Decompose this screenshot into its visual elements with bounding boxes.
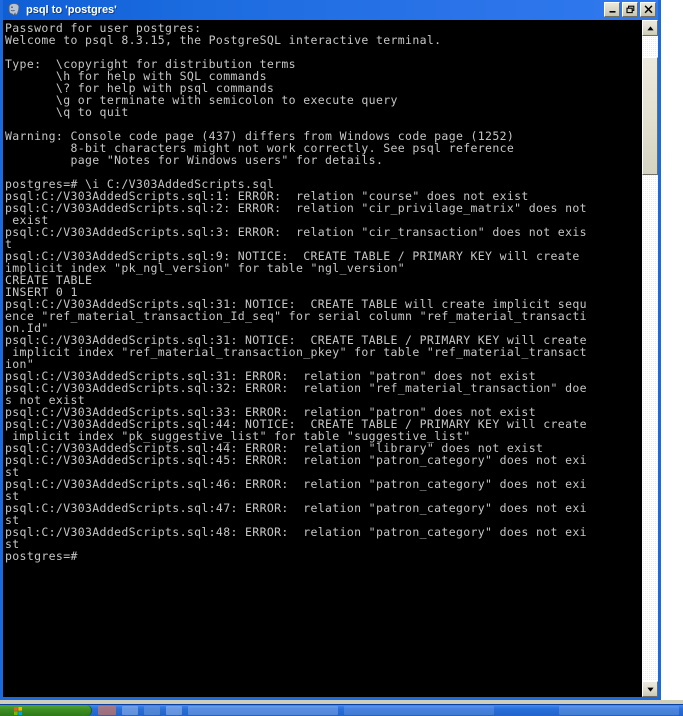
window-client-area: Password for user postgres: Welcome to p… [3,20,658,697]
window-controls [604,2,656,17]
scrollbar-thumb[interactable] [642,57,658,175]
window-title: psql to 'postgres' [26,4,117,16]
taskbar-item-icon [188,706,338,715]
caret-up-icon [646,25,654,30]
taskbar-item[interactable] [166,705,182,716]
taskbar-item-icon [344,706,494,715]
restore-icon [625,5,634,14]
terminal-text: Password for user postgres: Welcome to p… [5,21,587,563]
scroll-up-button[interactable] [642,20,658,36]
caret-down-icon [646,687,654,692]
taskbar-item-active[interactable] [188,705,338,716]
taskbar-item-icon [98,706,116,715]
taskbar-item[interactable] [344,705,494,716]
restore-button[interactable] [622,2,638,17]
psql-console-window: psql to 'postgres' Password for user pos… [0,0,661,700]
close-button[interactable] [640,2,656,17]
scroll-down-button[interactable] [642,681,658,697]
system-tray[interactable] [559,705,683,716]
window-titlebar[interactable]: psql to 'postgres' [3,0,658,20]
windows-taskbar[interactable] [0,704,683,716]
taskbar-item-icon [144,706,160,715]
scrollbar-track[interactable] [642,37,658,680]
postgresql-elephant-icon [8,2,20,16]
start-button[interactable] [0,705,92,716]
taskbar-item-icon [166,706,182,715]
taskbar-item[interactable] [144,705,160,716]
close-icon [644,5,652,14]
taskbar-item[interactable] [122,705,138,716]
taskbar-item[interactable] [98,705,116,716]
minimize-icon [609,11,615,13]
taskbar-item-icon [122,706,138,715]
minimize-button[interactable] [604,2,620,17]
tray-icons [559,706,679,715]
terminal-output-area[interactable]: Password for user postgres: Welcome to p… [3,20,641,697]
windows-flag-icon [14,706,22,715]
vertical-scrollbar[interactable] [641,20,658,697]
